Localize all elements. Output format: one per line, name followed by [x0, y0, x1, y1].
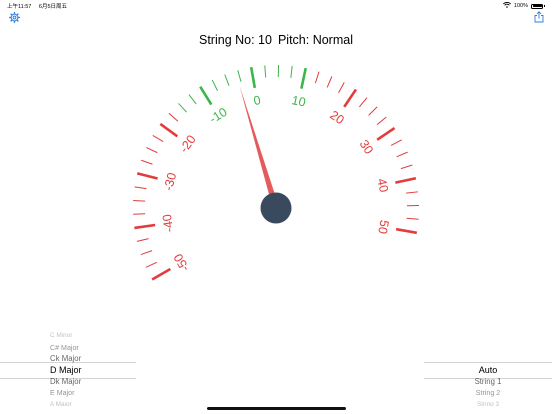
gauge-major-tick: [151, 267, 171, 281]
gauge-label: -50: [171, 251, 192, 274]
picker-option[interactable]: E Major: [0, 387, 136, 399]
gauge-minor-tick: [264, 65, 267, 78]
gauge-minor-tick: [338, 82, 345, 94]
gauge-minor-tick: [376, 116, 387, 126]
gauge-minor-tick: [133, 213, 146, 215]
gauge-label: 30: [357, 137, 376, 156]
key-picker[interactable]: C Minor C# Major Ck Major D Major Dk Major E …: [0, 330, 136, 406]
gauge-major-tick: [199, 86, 213, 106]
gauge-minor-tick: [188, 94, 197, 105]
gauge-major-tick: [159, 122, 179, 138]
gauge-minor-tick: [136, 238, 149, 242]
gauge-label: 20: [327, 108, 346, 127]
picker-option[interactable]: C Minor: [0, 330, 136, 342]
gauge-minor-tick: [146, 147, 158, 154]
gauge-minor-tick: [224, 74, 230, 86]
picker-option[interactable]: String 2: [424, 387, 552, 399]
gauge-minor-tick: [237, 70, 242, 82]
gauge-minor-tick: [152, 134, 164, 142]
gauge-minor-tick: [141, 159, 153, 165]
gauge-minor-tick: [314, 71, 320, 84]
home-indicator: [207, 407, 346, 410]
gauge-minor-tick: [145, 261, 158, 268]
gauge-minor-tick: [406, 217, 419, 220]
gauge-major-tick: [395, 176, 417, 184]
gauge-label: 50: [375, 219, 391, 235]
picker-option[interactable]: Dk Major: [0, 376, 136, 388]
gauge-major-tick: [134, 223, 156, 230]
picker-option[interactable]: C# Major: [0, 342, 136, 354]
gauge-label: 10: [290, 93, 307, 110]
gauge-minor-tick: [326, 76, 333, 88]
picker-option[interactable]: String 1: [424, 376, 552, 388]
gauge-minor-tick: [178, 103, 188, 113]
gauge-label: -30: [161, 171, 179, 192]
gauge-minor-tick: [390, 139, 402, 146]
string-picker[interactable]: Auto String 1 String 2 String 3: [424, 330, 552, 406]
picker-option[interactable]: D Major: [0, 364, 136, 376]
gauge-major-tick: [376, 126, 396, 141]
gauge-minor-tick: [396, 151, 408, 158]
gauge-minor-tick: [406, 191, 419, 194]
gauge-minor-tick: [133, 200, 146, 202]
gauge-minor-tick: [290, 65, 293, 78]
gauge-minor-tick: [211, 79, 218, 91]
gauge-label: -40: [160, 213, 176, 233]
gauge-label: -10: [207, 105, 230, 126]
gauge-major-tick: [343, 88, 358, 108]
gauge-minor-tick: [368, 106, 378, 116]
picker-option[interactable]: A Major: [0, 399, 136, 407]
picker-option[interactable]: String 3: [424, 399, 552, 407]
picker-option[interactable]: Auto: [424, 364, 552, 376]
gauge-minor-tick: [400, 164, 413, 170]
gauge-major-tick: [300, 67, 308, 89]
gauge-minor-tick: [140, 250, 153, 256]
gauge-label: -20: [177, 132, 199, 155]
gauge-major-tick: [136, 172, 158, 180]
gauge-minor-tick: [134, 186, 147, 190]
gauge-major-tick: [249, 66, 257, 89]
gauge-minor-tick: [168, 112, 179, 122]
gauge-label: 0: [252, 93, 261, 108]
gauge-major-tick: [395, 227, 418, 235]
gauge-minor-tick: [358, 97, 368, 108]
gauge-label: 40: [374, 177, 391, 194]
gauge-hub: [260, 192, 292, 224]
